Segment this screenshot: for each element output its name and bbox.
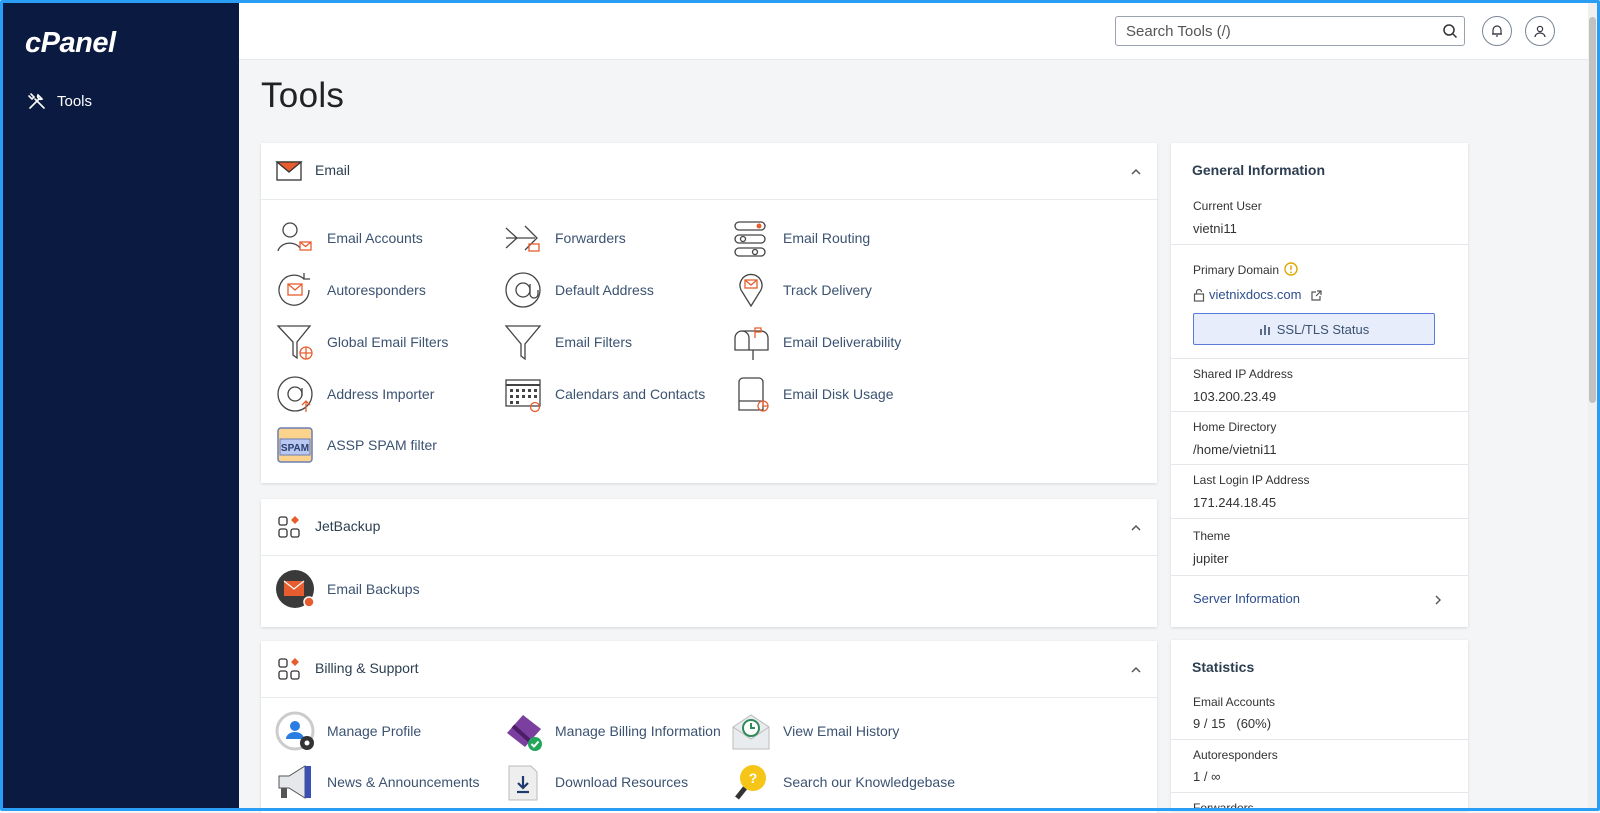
autoresponders-stat: Autoresponders 1 / ∞ [1171, 740, 1468, 793]
search-input[interactable] [1124, 17, 1438, 45]
chevron-up-icon[interactable] [1129, 521, 1143, 535]
calendar-icon [505, 379, 541, 413]
svg-text:?: ? [749, 770, 758, 786]
tool-default-address[interactable]: Default Address [503, 270, 654, 310]
email-backups-icon [276, 570, 315, 608]
cpanel-logo[interactable]: cPanel [25, 27, 116, 60]
current-user-value: vietni11 [1193, 221, 1237, 236]
tool-manage-profile[interactable]: Manage Profile [275, 711, 421, 751]
forwarders-stat: Forwarders [1193, 801, 1254, 810]
knowledgebase-icon: ? [735, 765, 766, 800]
disk-usage-icon [738, 377, 769, 412]
tool-email-routing[interactable]: Email Routing [731, 218, 870, 258]
bell-icon [1492, 25, 1502, 37]
megaphone-icon [278, 765, 311, 799]
tool-news-announcements[interactable]: News & Announcements [275, 762, 480, 802]
top-header [239, 3, 1588, 60]
tool-global-email-filters[interactable]: Global Email Filters [275, 322, 448, 362]
bar-chart-icon [1259, 324, 1270, 335]
sidebar: cPanel Tools [3, 3, 239, 808]
primary-domain-link[interactable]: vietnixdocs.com [1209, 287, 1301, 302]
apps-icon [278, 658, 300, 680]
profile-icon [275, 711, 315, 751]
warning-icon[interactable] [1284, 262, 1298, 276]
server-information-link[interactable]: Server Information [1171, 576, 1468, 627]
email-section-header[interactable]: Email [261, 143, 1157, 200]
user-menu-button[interactable] [1525, 16, 1555, 46]
jetbackup-section-header[interactable]: JetBackup [261, 499, 1157, 556]
tool-email-accounts[interactable]: Email Accounts [275, 218, 423, 258]
section-title: Billing & Support [315, 660, 419, 676]
global-filter-icon [276, 325, 313, 360]
notifications-button[interactable] [1482, 16, 1512, 46]
tools-icon [28, 93, 45, 109]
download-icon [508, 765, 538, 801]
tool-calendars-contacts[interactable]: Calendars and Contacts [503, 374, 705, 414]
search-box[interactable] [1115, 16, 1465, 46]
current-user-row: Current User vietni11 [1171, 143, 1468, 245]
tool-address-importer[interactable]: Address Importer [275, 374, 434, 414]
forwarders-icon [505, 225, 540, 252]
tool-assp-spam-filter[interactable]: SPAM ASSP SPAM filter [275, 425, 437, 465]
tool-forwarders[interactable]: Forwarders [503, 218, 626, 258]
tool-search-knowledgebase[interactable]: ? Search our Knowledgebase [731, 762, 955, 802]
chevron-up-icon[interactable] [1129, 663, 1143, 677]
apps-icon [278, 516, 300, 538]
tool-email-deliverability[interactable]: Email Deliverability [731, 322, 901, 362]
search-icon[interactable] [1442, 23, 1458, 39]
email-routing-icon [734, 221, 766, 257]
filter-icon [504, 325, 542, 361]
lock-icon [1193, 288, 1205, 302]
chevron-right-icon [1435, 595, 1441, 605]
home-directory-row: Home Directory /home/vietni11 [1171, 412, 1468, 465]
spam-icon: SPAM [277, 427, 313, 463]
tool-download-resources[interactable]: Download Resources [503, 762, 688, 802]
statistics-panel: Statistics Email Accounts 9 / 15 (60%) A… [1171, 640, 1468, 810]
envelope-icon [275, 161, 303, 181]
scrollbar[interactable] [1588, 3, 1597, 808]
tool-email-disk-usage[interactable]: Email Disk Usage [731, 374, 893, 414]
general-information-panel: General Information Current User vietni1… [1171, 143, 1468, 627]
mailbox-icon [734, 327, 769, 360]
track-delivery-icon [739, 273, 763, 308]
address-importer-icon [277, 376, 313, 412]
email-section: Email Email Accounts Forwarders Email Ro… [261, 143, 1157, 483]
sidebar-item-label: Tools [57, 92, 93, 110]
tool-manage-billing[interactable]: Manage Billing Information [503, 711, 721, 751]
tool-autoresponders[interactable]: Autoresponders [275, 270, 426, 310]
default-address-icon [505, 272, 541, 308]
last-login-row: Last Login IP Address 171.244.18.45 [1171, 465, 1468, 519]
tool-email-filters[interactable]: Email Filters [503, 322, 632, 362]
tool-email-backups[interactable]: Email Backups [275, 569, 420, 609]
email-accounts-icon [277, 222, 312, 252]
svg-text:SPAM: SPAM [281, 443, 309, 454]
tool-view-email-history[interactable]: View Email History [731, 711, 899, 751]
chevron-up-icon[interactable] [1129, 165, 1143, 179]
billing-section-header[interactable]: Billing & Support [261, 641, 1157, 698]
autoresponders-icon [278, 273, 310, 306]
section-title: Email [315, 162, 351, 178]
email-accounts-stat: Email Accounts 9 / 15 (60%) [1171, 640, 1468, 740]
credit-card-icon [507, 715, 542, 751]
user-icon [1534, 25, 1546, 38]
billing-support-section: Billing & Support Manage Profile Manage … [261, 641, 1157, 813]
section-title: JetBackup [315, 518, 381, 534]
theme-row: Theme jupiter [1171, 519, 1468, 576]
jetbackup-section: JetBackup Email Backups [261, 499, 1157, 627]
external-link-icon[interactable] [1311, 290, 1322, 301]
shared-ip-row: Shared IP Address 103.200.23.49 [1171, 359, 1468, 412]
sidebar-item-tools[interactable]: Tools [27, 91, 92, 111]
email-history-icon [732, 714, 770, 750]
scrollbar-thumb[interactable] [1589, 17, 1596, 403]
tool-track-delivery[interactable]: Track Delivery [731, 270, 872, 310]
page-title: Tools [261, 76, 345, 115]
ssl-tls-status-button[interactable]: SSL/TLS Status [1193, 313, 1435, 345]
